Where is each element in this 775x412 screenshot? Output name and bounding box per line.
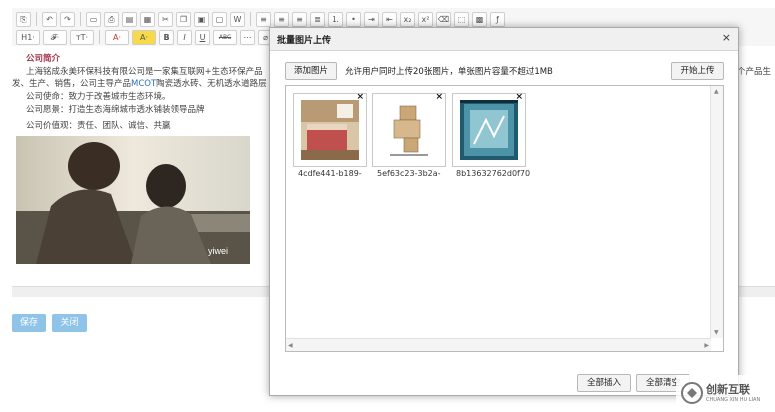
- preview-icon[interactable]: ▤: [122, 11, 137, 27]
- paste-icon[interactable]: ▣: [194, 11, 209, 27]
- redo-icon[interactable]: ↷: [60, 11, 75, 27]
- unordered-list-icon[interactable]: •: [346, 11, 361, 27]
- font-color-button[interactable]: A·: [105, 29, 129, 45]
- source-icon[interactable]: ⎘: [16, 11, 31, 27]
- paste-word-icon[interactable]: W: [230, 11, 245, 27]
- flash-icon[interactable]: ƒ: [490, 11, 505, 27]
- print-icon[interactable]: ⎙: [104, 11, 119, 27]
- toolbar-separator: [99, 30, 100, 44]
- editor-mission-line: 公司使命：致力于改善城市生态环境。: [26, 92, 171, 102]
- image-icon[interactable]: ▩: [472, 11, 487, 27]
- editor-paragraph-line-2: 发、生产、销售，公司主导产品MCOT陶瓷透水砖、无机透水道路层: [12, 77, 267, 89]
- outdent-icon[interactable]: ⇤: [382, 11, 397, 27]
- editor-paragraph-line-1: 上海铭成永美环保科技有限公司是一家集互联网+生态环保产品: [26, 67, 263, 77]
- underline-button[interactable]: U: [195, 29, 210, 45]
- undo-icon[interactable]: ↶: [42, 11, 57, 27]
- photo-caption: yiwei: [208, 246, 228, 256]
- toolbar-separator: [250, 12, 251, 26]
- batch-upload-dialog: 批量图片上传 × 添加图片 允许用户同时上传20张图片，单张图片容量不超过1MB…: [269, 27, 739, 396]
- start-upload-button[interactable]: 开始上传: [671, 62, 724, 80]
- heading-dropdown[interactable]: H1·: [16, 29, 40, 45]
- clear-format-icon[interactable]: ⌫: [436, 11, 451, 27]
- insert-all-button[interactable]: 全部插入: [577, 374, 631, 392]
- floorplan-thumbnail-image: [380, 100, 438, 160]
- template-icon[interactable]: ▦: [140, 11, 155, 27]
- editor-paragraph-line-1-tail: 个产品生: [737, 67, 772, 77]
- upload-hint: 允许用户同时上传20张图片，单张图片容量不超过1MB: [345, 67, 553, 77]
- toolbar-separator: [80, 12, 81, 26]
- editor-vision-line: 公司愿景：打造生态海绵城市透水铺装领导品牌: [26, 105, 205, 115]
- file-name-1: 4cdfe441-b189-: [298, 169, 362, 178]
- dialog-close-icon[interactable]: ×: [722, 31, 731, 44]
- product-link[interactable]: MCOT: [131, 79, 156, 89]
- subscript-icon[interactable]: x₂: [400, 11, 415, 27]
- select-all-icon[interactable]: ⬚: [454, 11, 469, 27]
- file-name-2: 5ef63c23-3b2a-: [377, 169, 441, 178]
- line-2-rest: 陶瓷透水砖、无机透水道路层: [156, 79, 267, 89]
- align-center-icon[interactable]: ≡: [274, 11, 289, 27]
- indent-icon[interactable]: ⇥: [364, 11, 379, 27]
- strikethrough-button[interactable]: ABC: [213, 29, 237, 45]
- editor-values-line: 公司价值观：责任、团队、诚信、共赢: [26, 121, 171, 131]
- italic-button[interactable]: I: [177, 29, 192, 45]
- dialog-titlebar: 批量图片上传 ×: [270, 28, 738, 51]
- scroll-down-icon[interactable]: ▼: [714, 329, 719, 336]
- editor-heading: 公司简介: [26, 54, 61, 64]
- toolbar-row-2: H1· 𝓕· тT· A· A· B I U ABC ⋯ ⌀ ✎: [16, 29, 291, 45]
- new-doc-icon[interactable]: ▭: [86, 11, 101, 27]
- toolbar-row-1: ⎘ ↶ ↷ ▭ ⎙ ▤ ▦ ✂ ❐ ▣ ▢ W ≡ ≡ ≡ ≣ ⒈ • ⇥ ⇤ …: [16, 11, 505, 27]
- copy-icon[interactable]: ❐: [176, 11, 191, 27]
- bold-button[interactable]: B: [159, 29, 174, 45]
- vertical-scrollbar[interactable]: ▲ ▼: [710, 86, 723, 338]
- brand-logo-icon: [681, 382, 703, 404]
- save-button[interactable]: 保存: [12, 314, 46, 332]
- editor-photo[interactable]: yiwei: [16, 136, 250, 264]
- font-family-dropdown[interactable]: 𝓕·: [43, 29, 67, 45]
- add-image-button[interactable]: 添加图片: [285, 62, 337, 80]
- align-right-icon[interactable]: ≡: [292, 11, 307, 27]
- align-justify-icon[interactable]: ≣: [310, 11, 325, 27]
- ordered-list-icon[interactable]: ⒈: [328, 11, 343, 27]
- superscript-icon[interactable]: x²: [418, 11, 433, 27]
- align-left-icon[interactable]: ≡: [256, 11, 271, 27]
- horizontal-scrollbar[interactable]: ◀ ▶: [286, 338, 711, 351]
- cut-icon[interactable]: ✂: [158, 11, 173, 27]
- brand-name: 创新互联: [706, 383, 750, 396]
- brand-subtitle: CHUANG XIN HU LIAN: [706, 397, 761, 403]
- abstract-thumbnail-image: [460, 100, 518, 160]
- brand-watermark: 创新互联 CHUANG XIN HU LIAN: [676, 375, 775, 412]
- couple-photo-image: yiwei: [16, 136, 250, 264]
- thumbnail-2[interactable]: ×: [372, 92, 446, 167]
- scroll-left-icon[interactable]: ◀: [288, 342, 293, 349]
- scroll-up-icon[interactable]: ▲: [714, 88, 719, 95]
- toolbar-separator: [36, 12, 37, 26]
- thumbnail-1[interactable]: ×: [293, 92, 367, 167]
- highlight-color-button[interactable]: A·: [132, 29, 156, 45]
- thumbnail-3[interactable]: ×: [452, 92, 526, 167]
- paste-plain-icon[interactable]: ▢: [212, 11, 227, 27]
- line-2-text: 发、生产、销售，公司主导产品: [12, 79, 132, 89]
- scroll-right-icon[interactable]: ▶: [704, 342, 709, 349]
- dialog-title: 批量图片上传: [277, 36, 332, 46]
- font-size-dropdown[interactable]: тT·: [70, 29, 94, 45]
- more-button[interactable]: ⋯: [240, 29, 255, 45]
- file-name-3: 8b13632762d0f70: [456, 169, 531, 178]
- bedroom-thumbnail-image: [301, 100, 359, 160]
- image-queue-panel: × 4cdfe441-b189- × 5ef63c23-3b2a- × 8b13…: [285, 85, 724, 352]
- close-button[interactable]: 关闭: [52, 314, 87, 332]
